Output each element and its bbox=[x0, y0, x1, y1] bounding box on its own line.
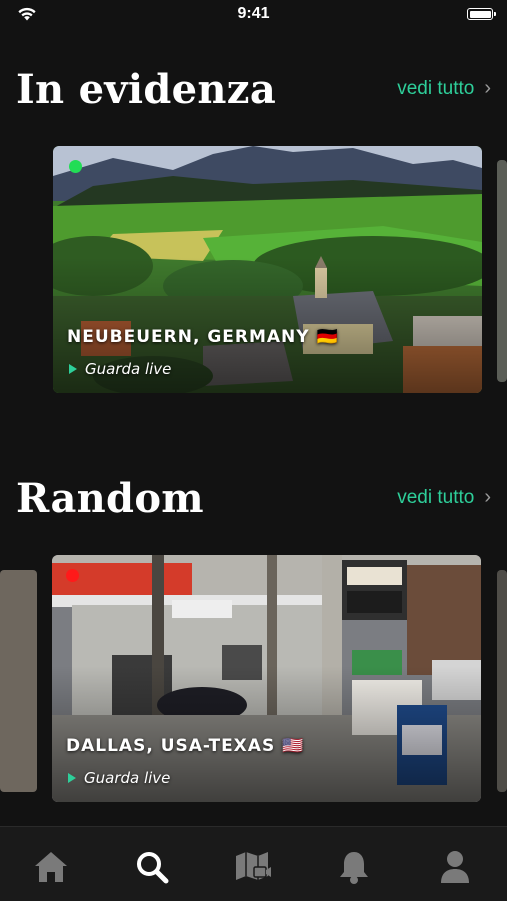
watch-live-label: Guarda live bbox=[84, 769, 171, 787]
play-icon bbox=[68, 773, 76, 783]
watch-live-label: Guarda live bbox=[85, 360, 172, 378]
card-location-title: NEUBEUERN, GERMANY 🇩🇪 bbox=[67, 327, 339, 347]
tab-search[interactable] bbox=[132, 847, 172, 887]
next-card-peek[interactable] bbox=[497, 570, 507, 792]
search-icon bbox=[137, 852, 169, 884]
status-time: 9:41 bbox=[237, 5, 270, 22]
watch-live-button[interactable]: Guarda live bbox=[68, 769, 170, 787]
tab-profile[interactable] bbox=[435, 847, 475, 887]
card-location-title: DALLAS, USA-TEXAS 🇺🇸 bbox=[66, 736, 305, 756]
chevron-right-icon: › bbox=[484, 486, 491, 508]
tab-notifications[interactable] bbox=[334, 847, 374, 887]
tab-home[interactable] bbox=[31, 847, 71, 887]
play-icon bbox=[69, 364, 77, 374]
chevron-right-icon: › bbox=[484, 77, 491, 99]
next-card-peek[interactable] bbox=[497, 160, 507, 382]
section-title-featured: In evidenza bbox=[16, 66, 277, 113]
bell-icon bbox=[340, 852, 368, 884]
section-title-random: Random bbox=[16, 475, 204, 522]
map-camera-icon bbox=[236, 852, 271, 880]
featured-webcam-card[interactable]: NEUBEUERN, GERMANY 🇩🇪 Guarda live bbox=[53, 146, 482, 393]
see-all-label: vedi tutto bbox=[397, 77, 475, 99]
profile-icon bbox=[441, 851, 469, 883]
watch-live-button[interactable]: Guarda live bbox=[69, 360, 171, 378]
tab-map[interactable] bbox=[233, 847, 273, 887]
live-indicator-dot bbox=[66, 569, 79, 582]
random-webcam-card[interactable]: DALLAS, USA-TEXAS 🇺🇸 Guarda live bbox=[52, 555, 481, 802]
bottom-tab-bar bbox=[0, 826, 507, 901]
battery-icon bbox=[467, 8, 496, 20]
home-icon bbox=[35, 852, 67, 882]
flag-germany-icon: 🇩🇪 bbox=[316, 327, 339, 347]
previous-card-peek[interactable] bbox=[0, 570, 37, 792]
see-all-label: vedi tutto bbox=[397, 486, 475, 508]
live-indicator-dot bbox=[69, 160, 82, 173]
flag-usa-icon: 🇺🇸 bbox=[282, 736, 305, 756]
see-all-featured-link[interactable]: vedi tutto › bbox=[397, 77, 491, 100]
see-all-random-link[interactable]: vedi tutto › bbox=[397, 486, 491, 509]
status-bar: 9:41 bbox=[0, 0, 507, 30]
